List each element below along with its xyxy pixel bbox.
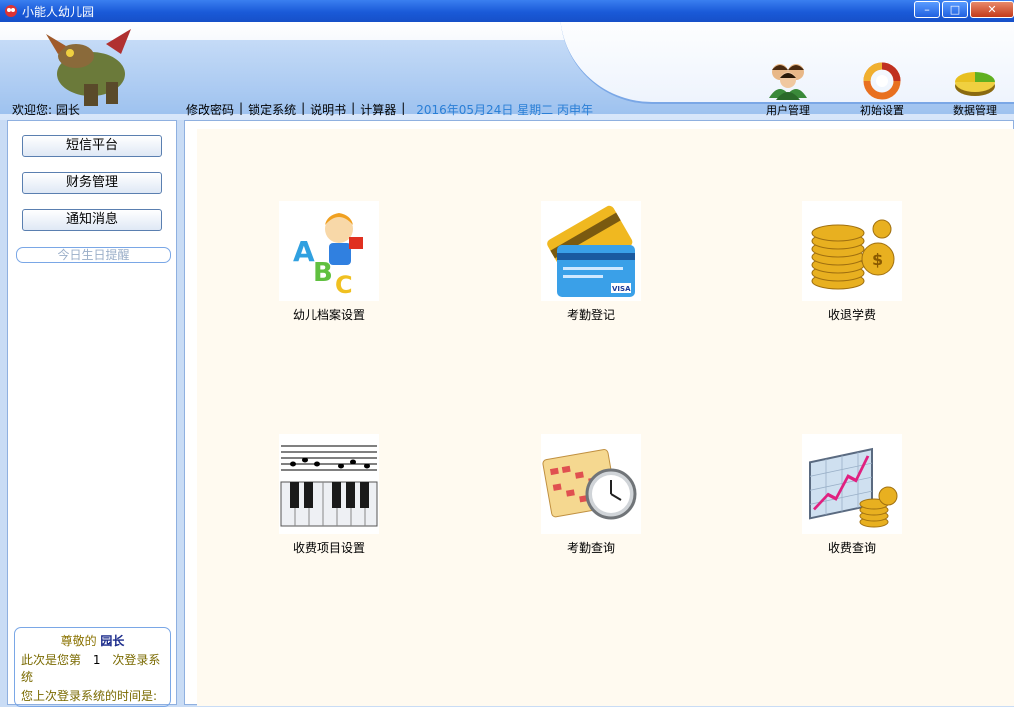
tile-attendance-register[interactable]: VISA 考勤登记 <box>516 201 666 323</box>
tile-child-records[interactable]: A B C 幼儿档案设置 <box>254 201 404 323</box>
login-count: 1 <box>92 653 101 667</box>
svg-text:$: $ <box>872 250 883 269</box>
lock-system-link[interactable]: 锁定系统 <box>248 101 296 118</box>
login-count-prefix: 此次是您第 <box>21 653 82 667</box>
window-title: 小能人幼儿园 <box>22 5 95 19</box>
data-management-label: 数据管理 <box>953 104 997 117</box>
close-button[interactable]: ✕ <box>970 1 1014 18</box>
header-banner: 欢迎您: 园长 修改密码 | 锁定系统 | 说明书 | 计算器 | 2016年0… <box>0 22 1014 120</box>
chart-coins-icon <box>802 434 902 534</box>
top-links: 修改密码 | 锁定系统 | 说明书 | 计算器 | 2016年05月24日 星期… <box>186 101 593 118</box>
initial-settings-label: 初始设置 <box>860 104 904 117</box>
svg-text:B: B <box>313 258 333 288</box>
tile-fee-items-setup[interactable]: 收费项目设置 <box>254 434 404 556</box>
svg-text:A: A <box>293 235 315 268</box>
svg-text:C: C <box>335 271 353 299</box>
svg-text:VISA: VISA <box>612 285 631 293</box>
finance-management-button[interactable]: 财务管理 <box>22 172 162 194</box>
tile-label: 考勤查询 <box>566 541 615 555</box>
piano-icon <box>279 434 379 534</box>
main-frame: A B C 幼儿档案设置 VISA 考勤登记 $ 收退学费 收费项目设置 考勤查… <box>184 120 1014 706</box>
tile-fee-query[interactable]: 收费查询 <box>777 434 927 556</box>
minimize-button[interactable]: – <box>914 1 940 18</box>
user-management-label: 用户管理 <box>766 104 810 117</box>
abc-child-icon: A B C <box>279 201 379 301</box>
login-greeting: 尊敬的 园长 <box>15 632 170 649</box>
initial-settings-button[interactable]: 初始设置 <box>842 60 922 118</box>
greet-name: 园长 <box>100 634 125 648</box>
sms-platform-button[interactable]: 短信平台 <box>22 135 162 157</box>
window-controls: – □ ✕ <box>914 0 1014 20</box>
maximize-button[interactable]: □ <box>942 1 968 18</box>
tile-label: 考勤登记 <box>566 308 615 322</box>
calendar-clock-icon <box>541 434 641 534</box>
main-content: A B C 幼儿档案设置 VISA 考勤登记 $ 收退学费 收费项目设置 考勤查… <box>197 129 1014 706</box>
tile-attendance-query[interactable]: 考勤查询 <box>516 434 666 556</box>
users-icon <box>769 64 807 100</box>
greet-prefix: 尊敬的 <box>60 634 97 648</box>
credit-card-icon: VISA <box>541 201 641 301</box>
app-icon <box>5 5 17 17</box>
notifications-button[interactable]: 通知消息 <box>22 209 162 231</box>
birthday-reminder[interactable]: 今日生日提醒 <box>16 247 171 263</box>
title-bar: 小能人幼儿园 – □ ✕ <box>0 0 1014 22</box>
login-count-line: 此次是您第 1 次登录系统 <box>15 651 170 685</box>
user-management-button[interactable]: 用户管理 <box>748 60 828 118</box>
login-info-panel: 尊敬的 园长 此次是您第 1 次登录系统 您上次登录系统的时间是: <box>14 627 171 707</box>
sidebar: 短信平台 财务管理 通知消息 今日生日提醒 尊敬的 园长 此次是您第 1 次登录… <box>7 120 177 707</box>
link-separator: | <box>301 101 306 115</box>
coins-icon: $ <box>802 201 902 301</box>
tile-label: 收费项目设置 <box>292 541 365 555</box>
tile-label: 幼儿档案设置 <box>292 308 365 322</box>
manual-link[interactable]: 说明书 <box>310 101 346 118</box>
tile-label: 收退学费 <box>827 308 876 322</box>
last-login-line: 您上次登录系统的时间是: <box>21 689 158 703</box>
settings-ring-icon <box>863 62 901 100</box>
welcome-text: 欢迎您: 园长 <box>12 103 80 117</box>
data-pie-icon <box>955 72 995 96</box>
data-management-button[interactable]: 数据管理 <box>935 60 1014 118</box>
link-separator: | <box>401 101 406 115</box>
link-separator: | <box>351 101 356 115</box>
change-password-link[interactable]: 修改密码 <box>186 101 234 118</box>
date-display: 2016年05月24日 星期二 丙申年 <box>416 103 593 117</box>
tile-tuition-payment[interactable]: $ 收退学费 <box>777 201 927 323</box>
calculator-link[interactable]: 计算器 <box>360 101 396 118</box>
link-separator: | <box>239 101 244 115</box>
tile-label: 收费查询 <box>827 541 876 555</box>
